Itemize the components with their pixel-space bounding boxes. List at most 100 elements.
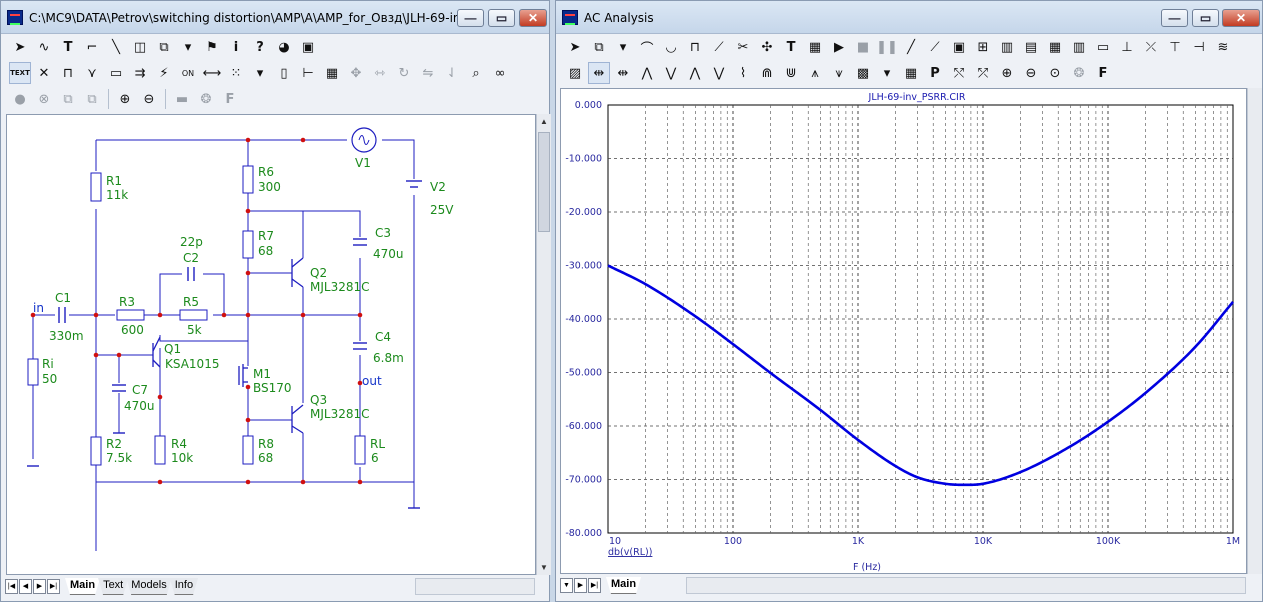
line-tool-icon[interactable]: ╱ bbox=[900, 36, 922, 58]
dropdown-arrow-icon[interactable]: ▾ bbox=[612, 36, 634, 58]
tab-text[interactable]: Text bbox=[98, 578, 128, 595]
probe-icon[interactable]: ⊢ bbox=[297, 62, 319, 84]
select-arrow-icon[interactable]: ➤ bbox=[564, 36, 586, 58]
minimize-button[interactable]: — bbox=[1161, 9, 1188, 27]
dotted-grid-icon[interactable]: ⁙ bbox=[225, 62, 247, 84]
copy-icon[interactable]: ⧉ bbox=[57, 88, 79, 110]
valley-cursor-icon[interactable]: ⋁ bbox=[660, 62, 682, 84]
attribute-text-icon[interactable]: ✕ bbox=[33, 62, 55, 84]
zoom-out-icon[interactable]: ⊖ bbox=[138, 88, 160, 110]
schematic-horizontal-scrollbar[interactable] bbox=[415, 578, 535, 595]
cursor-right-icon[interactable]: ⇹ bbox=[612, 62, 634, 84]
stop-icon[interactable]: ■ bbox=[852, 36, 874, 58]
prev-page-icon[interactable]: ▼ bbox=[560, 578, 573, 593]
node-numbers-icon[interactable]: ▭ bbox=[105, 62, 127, 84]
maximize-button[interactable]: ▭ bbox=[488, 9, 515, 27]
tab-models[interactable]: Models bbox=[126, 578, 171, 595]
maximize-button[interactable]: ▭ bbox=[1192, 9, 1219, 27]
flag-icon[interactable]: ⚑ bbox=[201, 36, 223, 58]
diagonal-wire-icon[interactable]: ╲ bbox=[105, 36, 127, 58]
mirror-icon[interactable]: ⇋ bbox=[417, 62, 439, 84]
plot-canvas[interactable]: 0.000 -10.000 -20.000 -30.000 -40.000 -50.000… bbox=[560, 88, 1247, 574]
tab-main[interactable]: Main bbox=[65, 578, 100, 595]
low-cursor-icon[interactable]: ⋁ bbox=[708, 62, 730, 84]
text-tool-icon[interactable]: T bbox=[57, 36, 79, 58]
close-button[interactable]: ✕ bbox=[1222, 9, 1260, 27]
font-icon[interactable]: F bbox=[1092, 62, 1114, 84]
scroll-thumb[interactable] bbox=[538, 132, 550, 232]
globe-icon[interactable]: ◕ bbox=[273, 36, 295, 58]
valley-icon[interactable]: ◡ bbox=[660, 36, 682, 58]
label-p-icon[interactable]: P bbox=[924, 62, 946, 84]
legend-series-0[interactable]: db(v(RL)) bbox=[608, 547, 652, 558]
text-tool-icon[interactable]: T bbox=[780, 36, 802, 58]
schematic-titlebar[interactable]: C:\MC9\DATA\Petrov\switching distortion\… bbox=[1, 1, 549, 34]
point-icon[interactable]: ✣ bbox=[756, 36, 778, 58]
last-page-icon[interactable]: ▶| bbox=[47, 579, 60, 594]
font-icon[interactable]: F bbox=[219, 88, 241, 110]
cursor-left-icon[interactable]: ⇹ bbox=[588, 62, 610, 84]
prev-page-icon[interactable]: ◀ bbox=[19, 579, 32, 594]
tag-icon[interactable]: ≋ bbox=[1212, 36, 1234, 58]
plot-vertical-scrollbar[interactable] bbox=[1247, 88, 1262, 574]
properties-icon[interactable]: ▦ bbox=[321, 62, 343, 84]
dropdown-arrow-icon[interactable]: ▾ bbox=[876, 62, 898, 84]
zoom-in-icon[interactable]: ⊕ bbox=[996, 62, 1018, 84]
on-off-icon[interactable]: ON bbox=[177, 62, 199, 84]
pin-icon[interactable]: ⊓ bbox=[57, 62, 79, 84]
global-low-icon[interactable]: ⋓ bbox=[780, 62, 802, 84]
binoculars-icon[interactable]: ∞ bbox=[489, 62, 511, 84]
run-icon[interactable]: ▶ bbox=[828, 36, 850, 58]
folder-icon[interactable]: ▬ bbox=[171, 88, 193, 110]
frame-icon[interactable]: ▣ bbox=[948, 36, 970, 58]
scale-icon[interactable]: ▨ bbox=[564, 62, 586, 84]
next-page-icon[interactable]: ▶ bbox=[574, 578, 587, 593]
table-icon[interactable]: ▦ bbox=[900, 62, 922, 84]
close-button[interactable]: ✕ bbox=[519, 9, 547, 27]
minimize-button[interactable]: — bbox=[457, 9, 484, 27]
palette-icon[interactable]: ❂ bbox=[195, 88, 217, 110]
zoom-fit-icon[interactable]: ⊙ bbox=[1044, 62, 1066, 84]
tokens-icon[interactable]: ⤫ bbox=[1140, 36, 1162, 58]
find-icon[interactable]: ⌕ bbox=[465, 62, 487, 84]
global-high-icon[interactable]: ⋒ bbox=[756, 62, 778, 84]
cursor-step-icon[interactable]: ⊣ bbox=[1188, 36, 1210, 58]
tab-main[interactable]: Main bbox=[606, 577, 641, 594]
shapes-icon[interactable]: ⧉ bbox=[588, 36, 610, 58]
text-toggle-icon[interactable]: TEXT bbox=[9, 62, 31, 84]
peak-icon[interactable]: ⌒ bbox=[636, 36, 658, 58]
cursor-mode-icon[interactable]: ⊤ bbox=[1164, 36, 1186, 58]
arrow-right-icon[interactable]: ⇉ bbox=[129, 62, 151, 84]
high-cursor-icon[interactable]: ⋀ bbox=[684, 62, 706, 84]
scissors-icon[interactable]: ✂ bbox=[732, 36, 754, 58]
scroll-down-icon[interactable]: ▼ bbox=[537, 560, 551, 575]
high-icon[interactable]: ⊓ bbox=[684, 36, 706, 58]
last-page-icon[interactable]: ▶| bbox=[588, 578, 601, 593]
inflection-icon[interactable]: ⌇ bbox=[732, 62, 754, 84]
slope-icon[interactable]: ⟋ bbox=[708, 36, 730, 58]
dropdown-arrow-icon[interactable]: ▾ bbox=[249, 62, 271, 84]
properties-icon[interactable]: ▦ bbox=[804, 36, 826, 58]
paste-icon[interactable]: ⧉ bbox=[81, 88, 103, 110]
diagonal-line-icon[interactable]: ⟋ bbox=[924, 36, 946, 58]
horizontal-axis-icon[interactable]: ⊥ bbox=[1116, 36, 1138, 58]
help-icon[interactable]: ? bbox=[249, 36, 271, 58]
toolbox-icon[interactable]: ▩ bbox=[852, 62, 874, 84]
orthogonal-wire-icon[interactable]: ⌐ bbox=[81, 36, 103, 58]
stop-icon[interactable]: ● bbox=[9, 88, 31, 110]
power-icon[interactable]: ⚡ bbox=[153, 62, 175, 84]
palette-icon[interactable]: ❂ bbox=[1068, 62, 1090, 84]
axis-icon[interactable]: ▥ bbox=[996, 36, 1018, 58]
select-arrow-icon[interactable]: ➤ bbox=[9, 36, 31, 58]
bottom-icon[interactable]: ⩛ bbox=[828, 62, 850, 84]
record-icon[interactable]: ▣ bbox=[297, 36, 319, 58]
tab-info[interactable]: Info bbox=[170, 578, 198, 595]
cancel-icon[interactable]: ⊗ bbox=[33, 88, 55, 110]
schematic-vertical-scrollbar[interactable]: ▲ ▼ bbox=[536, 114, 551, 575]
peak-cursor-icon[interactable]: ⋀ bbox=[636, 62, 658, 84]
component-icon[interactable]: ◫ bbox=[129, 36, 151, 58]
ruler-icon[interactable]: ▥ bbox=[1068, 36, 1090, 58]
zoom-out-icon[interactable]: ⊖ bbox=[1020, 62, 1042, 84]
move-icon[interactable]: ✥ bbox=[345, 62, 367, 84]
wire-tool-icon[interactable]: ∿ bbox=[33, 36, 55, 58]
